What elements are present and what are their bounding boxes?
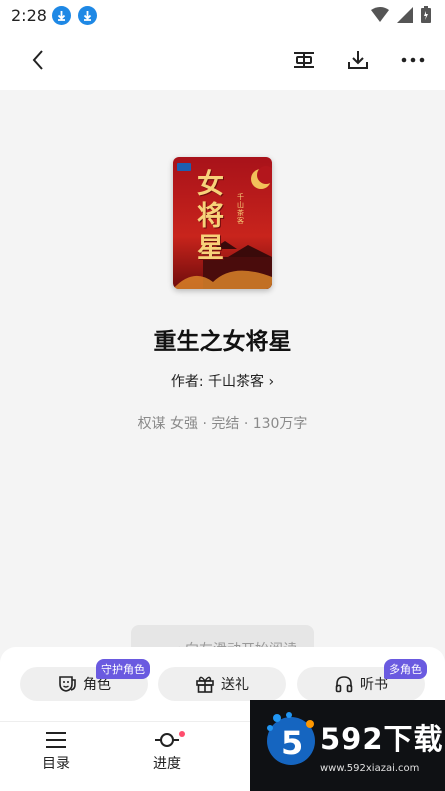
cover-author-text: 千山茶客 <box>237 193 244 225</box>
tab-progress-label: 进度 <box>153 756 181 772</box>
bookmark-toolbar-button[interactable] <box>288 44 320 76</box>
headphones-icon <box>335 676 353 693</box>
progress-icon <box>155 733 179 747</box>
wifi-icon <box>371 6 389 22</box>
menu-icon <box>46 732 66 748</box>
site-brand: 592下载 <box>320 722 444 756</box>
back-arrow-icon <box>32 50 43 70</box>
site-logo-glyph: 5 <box>281 724 303 762</box>
gift-button[interactable]: 送礼 <box>158 667 286 701</box>
site-watermark: 5 592下载 www.592xiazai.com <box>250 700 445 791</box>
site-logo: 5 <box>267 712 315 765</box>
role-button[interactable]: 角色 守护角色 <box>20 659 150 701</box>
cover-title-art: 女将星 <box>197 169 224 264</box>
multi-role-badge: 多角色 <box>384 659 427 679</box>
tab-catalog-label: 目录 <box>42 756 70 772</box>
gift-icon <box>196 676 214 693</box>
download-icon <box>348 51 368 69</box>
author-link[interactable]: 作者: 千山茶客 › <box>0 371 445 391</box>
battery-icon <box>421 6 431 23</box>
top-toolbar <box>0 30 445 90</box>
tab-progress[interactable]: 进度 <box>137 731 197 773</box>
download-notification-icon <box>52 6 71 25</box>
more-button[interactable] <box>397 44 429 76</box>
more-icon <box>401 57 425 63</box>
back-button[interactable] <box>22 44 54 76</box>
tab-catalog[interactable]: 目录 <box>26 731 86 773</box>
download-button[interactable] <box>342 44 374 76</box>
book-tags: 权谋 女强 · 完结 · 130万字 <box>137 416 308 432</box>
guardian-role-badge: 守护角色 <box>96 659 150 679</box>
mask-icon <box>59 676 76 692</box>
gift-button-label: 送礼 <box>221 677 249 693</box>
listen-button[interactable]: 听书 多角色 <box>297 659 427 701</box>
book-cover[interactable]: 女将星 女将星 千山茶客 <box>173 157 272 289</box>
list-settings-icon <box>294 52 314 68</box>
book-detail-area: 女将星 女将星 千山茶客 重生之女将星 作者: 千山茶客 › 权谋 女强 · 完… <box>0 90 445 665</box>
signal-icon <box>397 6 413 23</box>
book-title: 重生之女将星 <box>153 328 292 355</box>
status-time: 2:28 <box>11 6 47 25</box>
download-notification-icon <box>78 6 97 25</box>
status-bar: 2:28 <box>0 0 445 30</box>
notification-dot <box>179 731 185 737</box>
site-url: www.592xiazai.com <box>320 763 420 774</box>
